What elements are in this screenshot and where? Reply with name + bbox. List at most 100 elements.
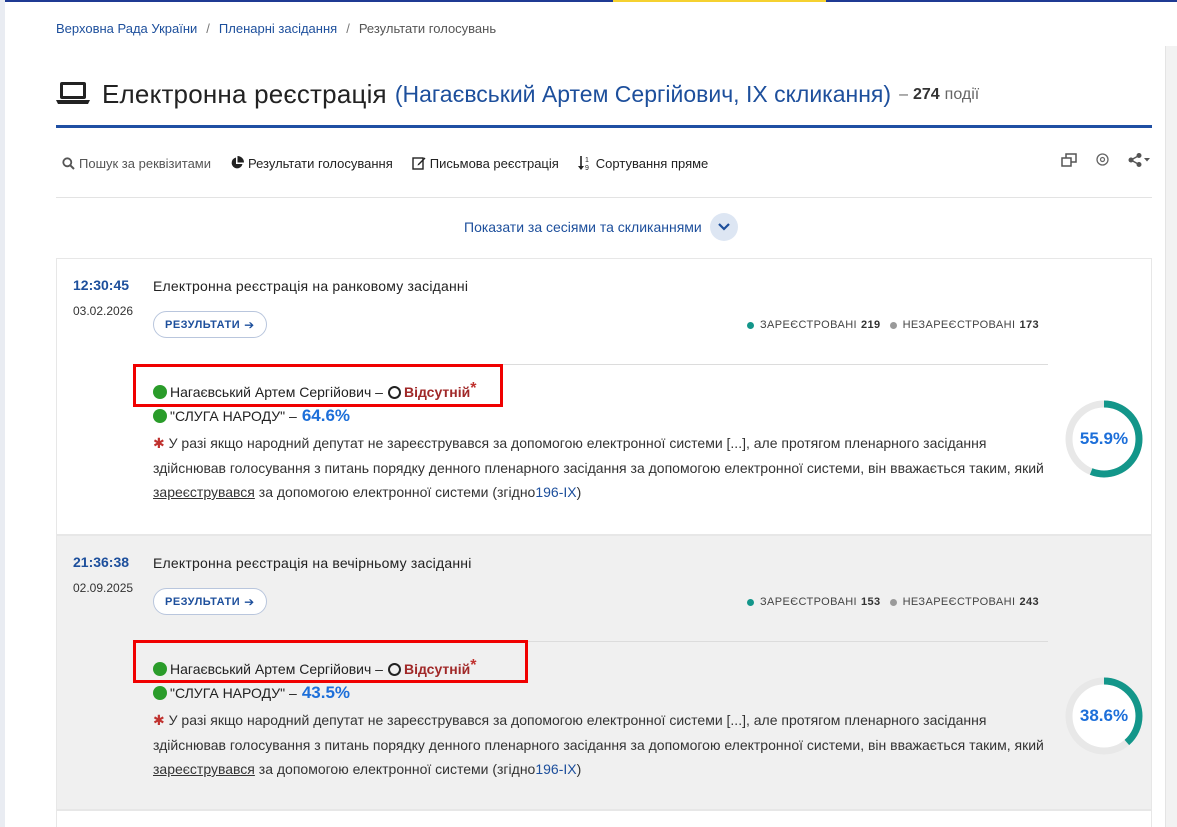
deputy-name: Нагаєвський Артем Сергійович –: [170, 661, 383, 677]
breadcrumb: Верховна Рада України / Пленарні засідан…: [56, 21, 496, 36]
registered-dot-icon: [746, 598, 754, 606]
registration-event-card: 21:36:38 02.09.2025 Електронна реєстраці…: [56, 535, 1152, 810]
title-dash: –: [899, 85, 908, 103]
pie-chart-icon: [231, 156, 245, 169]
results-button-label: РЕЗУЛЬТАТИ: [165, 318, 241, 331]
unregistered-count: 243: [1019, 596, 1039, 608]
note-text: У разі якщо народний депутат не зареєстр…: [153, 712, 1044, 753]
written-registration-button[interactable]: Письмова реєстрація: [412, 156, 559, 171]
unregistered-label: НЕЗАРЕЄСТРОВАНІ: [902, 596, 1016, 608]
event-date: 02.09.2025: [73, 581, 134, 595]
deputy-status-line: Нагаєвський Артем Сергійович – Відсутній…: [153, 380, 477, 401]
show-by-sessions-toggle[interactable]: Показати за сесіями та скликаннями: [464, 213, 738, 241]
breadcrumb-plenary[interactable]: Пленарні засідання: [219, 21, 337, 36]
law-link[interactable]: 196-IX: [535, 761, 576, 777]
green-dot-icon: [153, 662, 167, 676]
party-percent: 64.6%: [301, 406, 351, 425]
results-button-label: РЕЗУЛЬТАТИ: [165, 595, 241, 608]
unregistered-label: НЕЗАРЕЄСТРОВАНІ: [902, 319, 1016, 331]
green-dot-icon: [153, 686, 167, 700]
voting-results-label: Результати голосування: [248, 155, 393, 171]
toolbar: Пошук за реквізитами Результати голосува…: [62, 152, 1152, 174]
event-title: Електронна реєстрація на вечірньому засі…: [153, 555, 472, 571]
party-percent: 43.5%: [301, 683, 351, 702]
note-close-paren: ): [576, 484, 582, 500]
circle-outline-icon: [387, 385, 401, 399]
party-name: "СЛУГА НАРОДУ" –: [170, 408, 297, 424]
absent-status: Відсутній: [403, 661, 471, 677]
windows-icon[interactable]: [1061, 152, 1077, 167]
registered-count: 219: [861, 319, 881, 331]
written-registration-label: Письмова реєстрація: [429, 155, 559, 171]
deputy-status-line: Нагаєвський Артем Сергійович – Відсутній…: [153, 657, 477, 678]
laptop-icon: [56, 81, 90, 104]
gauge-percent: 38.6%: [1079, 706, 1129, 725]
page-title: Електронна реєстрація (Нагаєвський Артем…: [56, 76, 1152, 128]
gauge-percent: 55.9%: [1079, 429, 1129, 448]
registered-term-link[interactable]: зареєструвався: [153, 484, 255, 500]
breadcrumb-rada[interactable]: Верховна Рада України: [56, 21, 197, 36]
green-dot-icon: [153, 385, 167, 399]
toolbar-right-actions: [1061, 152, 1152, 167]
absent-status: Відсутній: [403, 384, 471, 400]
breadcrumb-current: Результати голосувань: [358, 21, 497, 36]
registration-stats: ЗАРЕЄСТРОВАНІ 153 НЕЗАРЕЄСТРОВАНІ 243: [746, 596, 1039, 608]
event-time[interactable]: 21:36:38: [73, 554, 129, 570]
attendance-gauge: 38.6%: [1062, 674, 1146, 758]
results-button[interactable]: РЕЗУЛЬТАТИ ➔: [153, 588, 267, 615]
arrow-right-icon: ➔: [244, 317, 255, 332]
event-count: 274: [912, 85, 940, 103]
chevron-down-icon: [717, 223, 730, 231]
left-rail: [0, 0, 5, 827]
chevron-down-button[interactable]: [709, 213, 738, 241]
sort-order-label: Сортування пряме: [595, 155, 709, 171]
voting-results-button[interactable]: Результати голосування: [230, 156, 393, 171]
breadcrumb-separator: /: [346, 21, 350, 36]
settings-icon[interactable]: [1095, 152, 1110, 167]
party-name: "СЛУГА НАРОДУ" –: [170, 685, 297, 701]
event-count-label: події: [944, 85, 980, 103]
share-icon[interactable]: [1128, 152, 1152, 167]
deputy-link[interactable]: (Нагаєвський Артем Сергійович, IX склика…: [395, 81, 891, 108]
sort-order-button[interactable]: 19 Сортування пряме: [577, 155, 709, 171]
registered-dot-icon: [746, 321, 754, 329]
registered-count: 153: [861, 596, 881, 608]
asterisk-icon: ✱: [153, 435, 165, 451]
green-dot-icon: [153, 409, 167, 423]
event-time[interactable]: 12:30:45: [73, 277, 129, 293]
svg-text:1: 1: [585, 157, 589, 164]
registration-note: ✱ У разі якщо народний депутат не зареєс…: [153, 708, 1058, 782]
note-text: У разі якщо народний депутат не зареєстр…: [153, 435, 1044, 476]
unregistered-dot-icon: [889, 321, 897, 329]
arrow-right-icon: ➔: [244, 594, 255, 609]
party-line: "СЛУГА НАРОДУ" – 64.6%: [153, 406, 350, 426]
toolbar-divider: [56, 197, 1152, 198]
note-text-end: за допомогою електронної системи (згідно: [258, 761, 536, 777]
results-button[interactable]: РЕЗУЛЬТАТИ ➔: [153, 311, 267, 338]
registration-event-card: [56, 810, 1152, 827]
circle-outline-icon: [387, 662, 401, 676]
svg-text:9: 9: [585, 165, 589, 171]
party-line: "СЛУГА НАРОДУ" – 43.5%: [153, 683, 350, 703]
search-icon: [62, 156, 75, 170]
show-by-sessions-label: Показати за сесіями та скликаннями: [464, 219, 702, 235]
registered-term-link[interactable]: зареєструвався: [153, 761, 255, 777]
registration-event-card: 12:30:45 03.02.2026 Електронна реєстраці…: [56, 258, 1152, 535]
law-link[interactable]: 196-IX: [535, 484, 576, 500]
search-by-details-label: Пошук за реквізитами: [79, 155, 212, 171]
top-accent-bar: [0, 0, 1177, 2]
deputy-name: Нагаєвський Артем Сергійович –: [170, 384, 383, 400]
asterisk-mark: *: [470, 380, 477, 397]
asterisk-mark: *: [470, 657, 477, 674]
search-by-details-button[interactable]: Пошук за реквізитами: [62, 156, 211, 171]
note-close-paren: ): [576, 761, 582, 777]
page-title-main: Електронна реєстрація: [102, 79, 387, 109]
event-date: 03.02.2026: [73, 304, 134, 318]
attendance-gauge: 55.9%: [1062, 397, 1146, 481]
scrollbar-track[interactable]: [1165, 46, 1177, 827]
registered-label: ЗАРЕЄСТРОВАНІ: [759, 596, 858, 608]
edit-icon: [412, 157, 426, 170]
event-title: Електронна реєстрація на ранковому засід…: [153, 278, 469, 294]
unregistered-dot-icon: [889, 598, 897, 606]
breadcrumb-separator: /: [206, 21, 210, 36]
